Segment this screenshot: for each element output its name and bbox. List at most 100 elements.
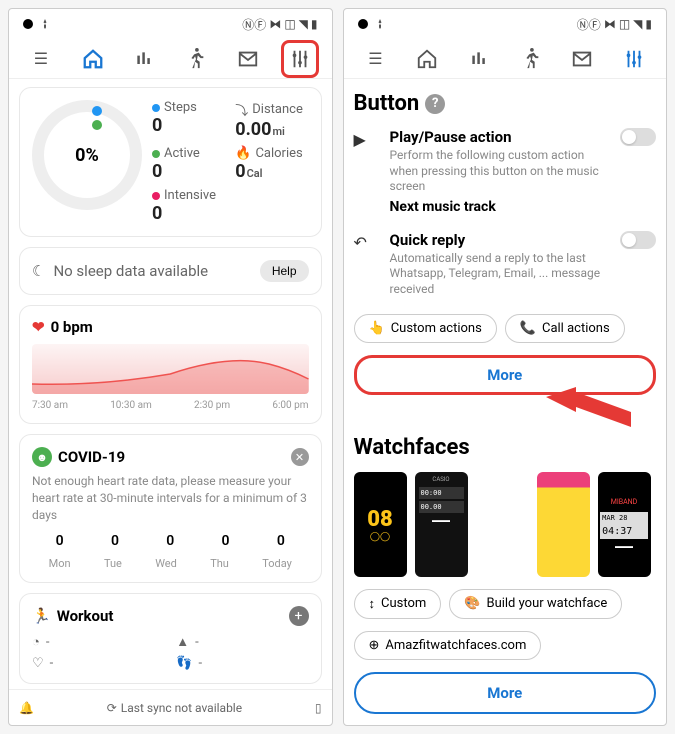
play-pause-toggle[interactable]: [620, 128, 656, 146]
tab-mail[interactable]: [563, 40, 601, 78]
tab-bar: ☰: [9, 39, 332, 79]
watchfaces-title: Watchfaces: [354, 435, 657, 460]
status-bar: ⓃⒻ ⧓ ◫ ◥ ▮: [9, 9, 332, 39]
heart-icon: ♡: [32, 656, 44, 671]
amazfit-chip[interactable]: ⊕Amazfitwatchfaces.com: [354, 631, 542, 660]
watchface-3[interactable]: [476, 472, 529, 577]
build-chip[interactable]: 🎨Build your watchface: [449, 589, 622, 619]
heartrate-times: 7:30 am 10:30 am 2:30 pm 6:00 pm: [32, 400, 309, 411]
rocket-icon: [374, 18, 386, 30]
heart-icon: ❤: [32, 318, 45, 336]
bell-icon[interactable]: 🔔: [19, 701, 34, 715]
tab-activity[interactable]: [177, 40, 215, 78]
watchface-5[interactable]: MIBANDMAR 2804:37▬▬▬: [598, 472, 651, 577]
watchface-4[interactable]: [537, 472, 590, 577]
nfc-icon: ⓃⒻ: [242, 16, 266, 33]
custom-actions-chip[interactable]: 👆Custom actions: [354, 314, 497, 343]
workout-calories: ▲-: [176, 634, 308, 650]
signal-icon: ▮: [311, 17, 318, 31]
tab-stats[interactable]: [125, 40, 163, 78]
touch-icon: 👆: [369, 321, 385, 336]
tab-mail[interactable]: [229, 40, 267, 78]
flame-icon: ▲: [176, 634, 189, 650]
play-pause-extra: Next music track: [390, 199, 609, 215]
help-button[interactable]: Help: [260, 260, 309, 282]
active-value: 0: [152, 161, 225, 182]
quick-reply-item[interactable]: ↶ Quick reply Automatically send a reply…: [354, 231, 657, 298]
refresh-icon: ⟳: [107, 701, 117, 715]
quick-reply-desc: Automatically send a reply to the last W…: [390, 251, 609, 298]
content-area: Button ? ▶ Play/Pause action Perform the…: [344, 79, 667, 725]
status-bar: ⓃⒻ ⧓ ◫ ◥ ▮: [344, 9, 667, 39]
content-area: 0% Steps 0 ⤵Distance 0.00mi Active 0: [9, 79, 332, 689]
distance-icon: ⤵: [235, 100, 248, 119]
footprint-icon: 👣: [176, 656, 192, 671]
watchface-2[interactable]: CASIO00:0000.00▬▬▬: [415, 472, 468, 577]
bottom-bar: 🔔 ⟳ Last sync not available ▯: [9, 689, 332, 725]
tab-home[interactable]: [408, 40, 446, 78]
clock-icon: ◔: [32, 634, 40, 650]
flame-icon: 🔥: [235, 146, 251, 161]
close-icon[interactable]: ✕: [291, 448, 309, 466]
vibrate-icon: ◫: [284, 17, 295, 31]
watchface-1[interactable]: 08◯◯: [354, 472, 407, 577]
heartrate-card: ❤ 0 bpm 7:30 am 10:30 am 2:30 pm 6:00 pm: [19, 305, 322, 424]
menu-icon[interactable]: ☰: [22, 40, 60, 78]
tab-bar: ☰: [344, 39, 667, 79]
bluetooth-icon: ⧓: [604, 17, 616, 31]
play-pause-item[interactable]: ▶ Play/Pause action Perform the followin…: [354, 128, 657, 215]
covid-desc: Not enough heart rate data, please measu…: [32, 473, 309, 523]
call-actions-chip[interactable]: 📞Call actions: [505, 314, 625, 343]
transfer-icon: ↕: [369, 596, 376, 612]
sync-status[interactable]: ⟳ Last sync not available: [107, 701, 242, 715]
add-button[interactable]: +: [289, 606, 309, 626]
menu-icon[interactable]: ☰: [356, 40, 394, 78]
more-button-2[interactable]: More: [354, 672, 657, 714]
play-pause-title: Play/Pause action: [390, 128, 609, 146]
custom-chip[interactable]: ↕Custom: [354, 589, 442, 619]
bluetooth-icon: ⧓: [269, 17, 281, 31]
intensive-value: 0: [152, 203, 225, 224]
nfc-icon: ⓃⒻ: [577, 16, 601, 33]
quick-reply-toggle[interactable]: [620, 231, 656, 249]
tab-settings[interactable]: [281, 40, 319, 78]
status-dot-icon: [358, 19, 368, 29]
ring-dot-green: [92, 120, 102, 130]
calories-value: 0Cal: [235, 161, 308, 182]
palette-icon: 🎨: [464, 596, 480, 611]
metrics-card: 0% Steps 0 ⤵Distance 0.00mi Active 0: [19, 87, 322, 237]
button-section-title: Button ?: [354, 91, 657, 116]
tab-activity[interactable]: [512, 40, 550, 78]
watchface-row: 08◯◯ CASIO00:0000.00▬▬▬ MIBANDMAR 2804:3…: [354, 472, 657, 577]
running-icon: 🏃: [32, 607, 51, 625]
tab-home[interactable]: [74, 40, 112, 78]
help-icon[interactable]: ?: [425, 94, 445, 114]
vibrate-icon: ◫: [619, 17, 630, 31]
covid-card: ☻ COVID-19 ✕ Not enough heart rate data,…: [19, 434, 322, 583]
tab-stats[interactable]: [460, 40, 498, 78]
progress-ring: 0%: [32, 100, 142, 210]
intensive-label: Intensive: [152, 188, 225, 203]
left-screen: ⓃⒻ ⧓ ◫ ◥ ▮ ☰: [8, 8, 333, 726]
right-screen: ⓃⒻ ⧓ ◫ ◥ ▮ ☰ Button ? ▶: [343, 8, 668, 726]
sleep-text: No sleep data available: [53, 262, 208, 280]
workout-card: 🏃 Workout + ◔- ▲- ♡- 👣-: [19, 593, 322, 684]
covid-days: MonTueWedThuToday: [32, 557, 309, 570]
play-pause-desc: Perform the following custom action when…: [390, 148, 609, 195]
reply-icon: ↶: [354, 231, 378, 298]
quick-reply-title: Quick reply: [390, 231, 609, 249]
moon-icon: ☾: [32, 262, 45, 280]
workout-heartrate: ♡-: [32, 656, 164, 671]
distance-value: 0.00mi: [235, 119, 308, 140]
sleep-card: ☾ No sleep data available Help: [19, 247, 322, 295]
workout-title: Workout: [57, 607, 114, 625]
rocket-icon: [39, 18, 51, 30]
covid-values: 00000: [32, 533, 309, 549]
wifi-icon: ◥: [633, 17, 642, 31]
steps-value: 0: [152, 115, 225, 136]
bpm-value: 0 bpm: [51, 318, 93, 336]
steps-label: Steps: [152, 100, 225, 115]
battery-icon: ▯: [315, 701, 322, 715]
more-button[interactable]: More: [354, 355, 657, 395]
tab-settings[interactable]: [615, 40, 653, 78]
